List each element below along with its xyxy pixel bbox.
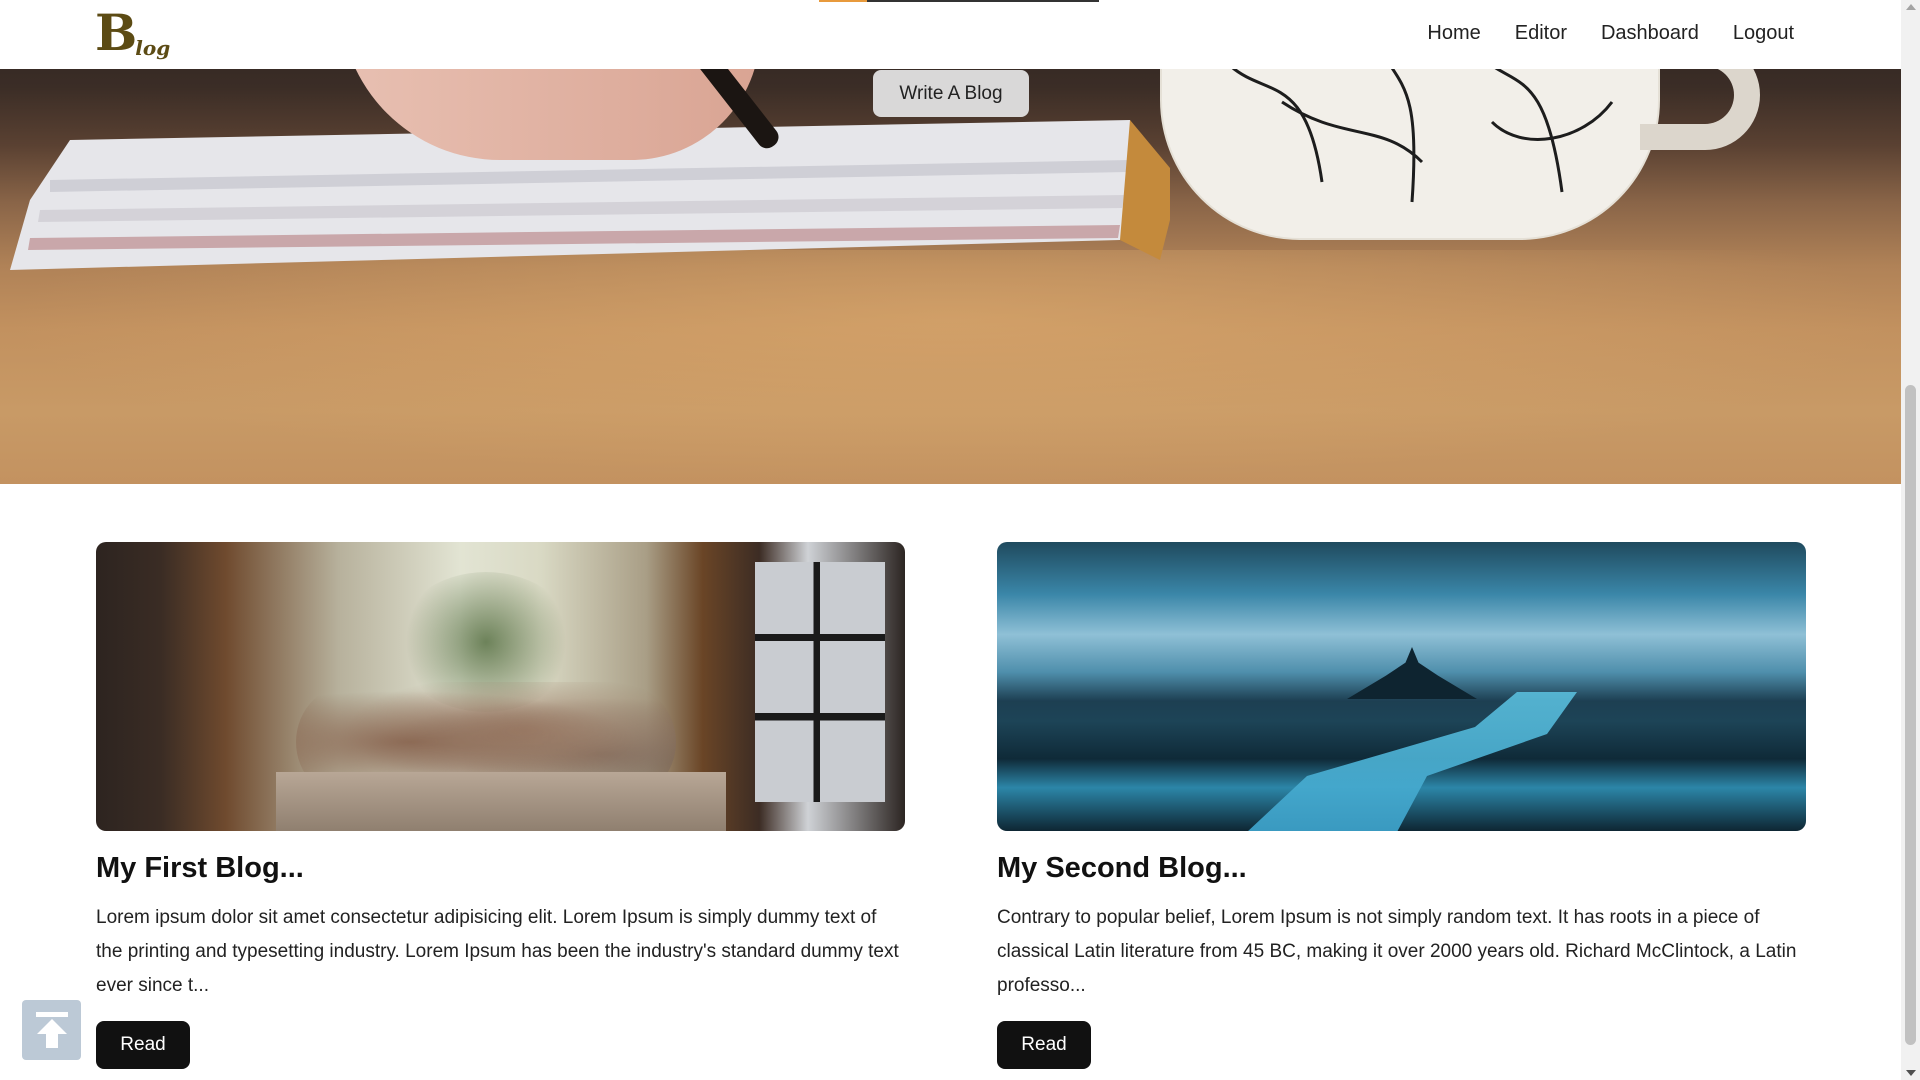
nav-link-dashboard[interactable]: Dashboard bbox=[1601, 22, 1699, 45]
blog-title: My Second Blog... bbox=[997, 852, 1247, 884]
nav-links: Home Editor Dashboard Logout bbox=[1427, 22, 1794, 45]
arrow-up-to-line-icon bbox=[36, 1012, 68, 1048]
read-button[interactable]: Read bbox=[997, 1021, 1091, 1069]
scrollbar-thumb[interactable] bbox=[1905, 385, 1916, 1045]
site-logo[interactable]: B log bbox=[95, 3, 171, 62]
logo-letter: B bbox=[95, 3, 138, 62]
blog-excerpt: Lorem ipsum dolor sit amet consectetur a… bbox=[96, 907, 899, 996]
blog-card: My Second Blog... Contrary to popular be… bbox=[997, 542, 1806, 1069]
blog-card: My First Blog... Lorem ipsum dolor sit a… bbox=[96, 542, 905, 1069]
navbar: B log Home Editor Dashboard Logout bbox=[0, 0, 1901, 69]
write-blog-button[interactable]: Write A Blog bbox=[873, 70, 1029, 117]
read-button[interactable]: Read bbox=[96, 1021, 190, 1069]
bed-image bbox=[276, 772, 726, 831]
nav-link-editor[interactable]: Editor bbox=[1515, 22, 1567, 45]
blog-thumbnail[interactable] bbox=[96, 542, 905, 831]
nav-link-logout[interactable]: Logout bbox=[1733, 22, 1794, 45]
nav-link-home[interactable]: Home bbox=[1427, 22, 1480, 45]
scroll-up-arrow-icon[interactable] bbox=[1906, 4, 1916, 10]
blog-excerpt: Contrary to popular belief, Lorem Ipsum … bbox=[997, 907, 1797, 996]
window-image bbox=[755, 562, 885, 802]
river-image bbox=[1247, 692, 1577, 831]
back-to-top-button[interactable] bbox=[22, 1000, 81, 1060]
hero-table-surface bbox=[0, 250, 1901, 484]
island-image bbox=[1347, 647, 1477, 699]
logo-text: log bbox=[135, 36, 171, 60]
blog-title: My First Blog... bbox=[96, 852, 304, 884]
scroll-down-arrow-icon[interactable] bbox=[1906, 1070, 1916, 1076]
page: B log Home Editor Dashboard Logout Write… bbox=[0, 0, 1901, 1080]
reading-progress-fill bbox=[819, 0, 867, 2]
blog-thumbnail[interactable] bbox=[997, 542, 1806, 831]
page-scrollbar[interactable] bbox=[1901, 0, 1920, 1080]
